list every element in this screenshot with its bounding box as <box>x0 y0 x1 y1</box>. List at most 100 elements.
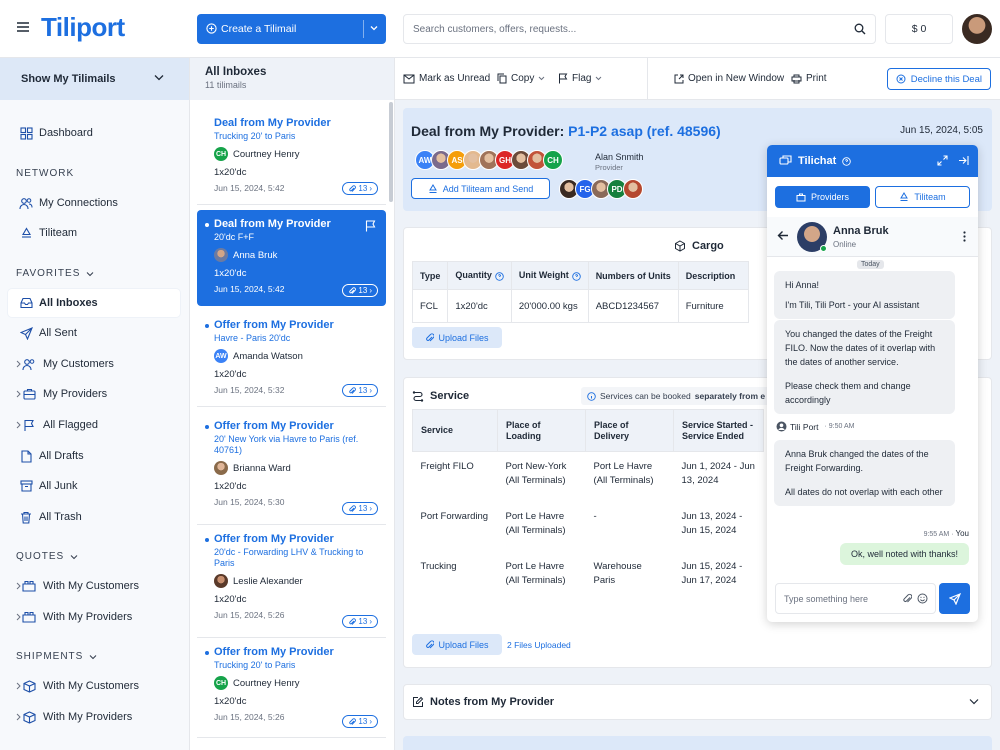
item-route: 20'dc - Forwarding LHV & Trucking to Par… <box>214 547 364 568</box>
item-title: Offer from My Provider <box>214 646 378 658</box>
header-label: Unit Weight <box>518 270 569 281</box>
chat-message: Anna Bruk changed the dates of the Freig… <box>774 440 955 506</box>
network-heading[interactable]: NETWORK <box>16 168 74 179</box>
favorites-heading[interactable]: FAVORITES <box>16 268 94 279</box>
sidebar-item-my-customers[interactable]: My Customers <box>8 350 180 378</box>
attachments-badge[interactable]: 13 › <box>342 284 378 297</box>
logo[interactable]: Tiliport <box>41 12 125 43</box>
list-item[interactable]: Offer from My Provider 20'dc - Forwardin… <box>197 525 386 638</box>
chevron-down-icon[interactable] <box>370 25 378 31</box>
scrollbar[interactable] <box>389 102 393 202</box>
question-icon[interactable] <box>842 156 852 166</box>
attachment-count: 13 <box>358 386 368 395</box>
list-item[interactable]: Offer from My Provider 20' New York via … <box>197 412 386 525</box>
balance-display[interactable]: $ 0 <box>885 14 953 44</box>
sidebar-item-tiliteam[interactable]: Tiliteam <box>8 219 180 247</box>
inbox-icon <box>18 297 34 309</box>
sidebar-item-all-junk[interactable]: All Junk <box>8 472 180 500</box>
user-avatar[interactable] <box>962 14 992 44</box>
participant-avatar[interactable]: CH <box>543 150 563 170</box>
sender-name: You <box>955 529 970 538</box>
create-tilimail-label: Create a Tilimail <box>221 23 297 35</box>
sidebar-item-shipments-providers[interactable]: With My Providers <box>8 703 180 731</box>
add-tiliteam-button[interactable]: Add Tiliteam and Send <box>411 178 550 199</box>
tab-label: Tiliteam <box>914 192 946 202</box>
shipments-heading[interactable]: SHIPMENTS <box>16 651 97 662</box>
table-header-row: Service Place of Loading Place of Delive… <box>412 409 764 452</box>
upload-files-button[interactable]: Upload Files <box>412 634 502 655</box>
search-icon[interactable] <box>854 23 866 35</box>
sidebar-item-all-trash[interactable]: All Trash <box>8 503 180 531</box>
question-icon[interactable] <box>571 271 581 281</box>
participants-row[interactable]: AW AS GH CH <box>415 150 563 170</box>
chevron-right-icon <box>16 421 21 429</box>
message-time: · 9:50 AM <box>824 423 855 430</box>
table-cell: Freight FILO <box>420 461 474 472</box>
list-item[interactable]: Offer from My Provider Havre - Paris 20'… <box>197 311 386 407</box>
quotes-heading[interactable]: QUOTES <box>16 551 78 562</box>
item-quantity: 1x20'dc <box>214 594 247 605</box>
list-item[interactable]: Offer from My Provider Trucking 20' to P… <box>197 638 386 738</box>
menu-icon[interactable] <box>16 21 30 33</box>
participants-row[interactable]: FG PD <box>559 179 643 199</box>
print-button[interactable]: Print <box>791 73 827 84</box>
sidebar-item-label: My Connections <box>39 197 118 209</box>
flag-icon[interactable] <box>365 220 376 232</box>
list-item[interactable]: Deal from My Provider Trucking 20' to Pa… <box>197 109 386 205</box>
upload-files-button[interactable]: Upload Files <box>412 327 502 348</box>
copy-button[interactable]: Copy <box>497 73 545 84</box>
emoji-icon[interactable] <box>917 593 928 604</box>
attachments-badge[interactable]: 13 › <box>342 615 378 628</box>
notes-panel[interactable]: Notes from My Provider <box>403 684 992 720</box>
chevron-right-icon <box>16 613 21 621</box>
tab-tiliteam[interactable]: Tiliteam <box>875 186 970 208</box>
search-input[interactable]: Search customers, offers, requests... <box>403 14 876 44</box>
briefcase-icon <box>796 193 806 202</box>
chevron-down-icon <box>154 74 164 81</box>
chevron-down-icon[interactable] <box>969 698 979 705</box>
printer-icon <box>791 74 802 84</box>
send-icon <box>948 592 961 605</box>
notes-title: Notes from My Provider <box>412 696 554 708</box>
divider <box>363 20 364 38</box>
sidebar-item-my-connections[interactable]: My Connections <box>8 189 180 217</box>
sidebar-item-all-drafts[interactable]: All Drafts <box>8 442 180 470</box>
attachments-badge[interactable]: 13 › <box>342 715 378 728</box>
more-vertical-icon[interactable] <box>963 231 966 242</box>
attachments-badge[interactable]: 13 › <box>342 182 378 195</box>
expand-icon[interactable] <box>937 155 948 166</box>
send-message-button[interactable] <box>939 583 970 614</box>
sidebar-item-label: With My Providers <box>43 611 133 623</box>
sidebar-item-shipments-customers[interactable]: With My Customers <box>8 672 180 700</box>
arrow-left-icon[interactable] <box>777 230 789 241</box>
sidebar-item-all-sent[interactable]: All Sent <box>8 319 180 347</box>
show-tilimails-dropdown[interactable]: Show My Tilimails <box>0 58 189 100</box>
create-tilimail-button[interactable]: Create a Tilimail <box>197 14 386 44</box>
sidebar-item-dashboard[interactable]: Dashboard <box>8 119 180 147</box>
flag-button[interactable]: Flag <box>558 73 602 84</box>
item-quantity: 1x20'dc <box>214 167 247 178</box>
participant-avatar[interactable] <box>623 179 643 199</box>
sidebar-item-my-providers[interactable]: My Providers <box>8 380 180 408</box>
message-text: All dates do not overlap with each other <box>785 487 943 497</box>
sidebar-item-all-flagged[interactable]: All Flagged <box>8 411 180 439</box>
collapse-panel-icon[interactable] <box>958 155 969 166</box>
attachments-badge[interactable]: 13 › <box>342 384 378 397</box>
chat-message-input[interactable]: Type something here <box>775 583 936 614</box>
files-uploaded-link[interactable]: 2 Files Uploaded <box>507 640 571 650</box>
tab-providers[interactable]: Providers <box>775 186 870 208</box>
list-item-selected[interactable]: Deal from My Provider 20'dc F+F Anna Bru… <box>197 210 386 306</box>
note-text: Services can be booked <box>600 391 691 401</box>
open-new-window-button[interactable]: Open in New Window <box>674 73 784 84</box>
paperclip-icon[interactable] <box>902 593 912 604</box>
sidebar-item-quotes-customers[interactable]: With My Customers <box>8 572 180 600</box>
decline-deal-button[interactable]: Decline this Deal <box>886 68 991 90</box>
sidebar-item-quotes-providers[interactable]: With My Providers <box>8 603 180 631</box>
section-label: SHIPMENTS <box>16 651 84 662</box>
table-cell: Jun 1, 2024 - Jun 13, 2024 <box>681 461 755 486</box>
question-icon[interactable] <box>495 271 504 281</box>
attachments-badge[interactable]: 13 › <box>342 502 378 515</box>
sidebar-item-all-inboxes[interactable]: All Inboxes <box>8 289 180 317</box>
mark-unread-button[interactable]: Mark as Unread <box>403 73 490 84</box>
column-header: Description <box>677 261 749 290</box>
